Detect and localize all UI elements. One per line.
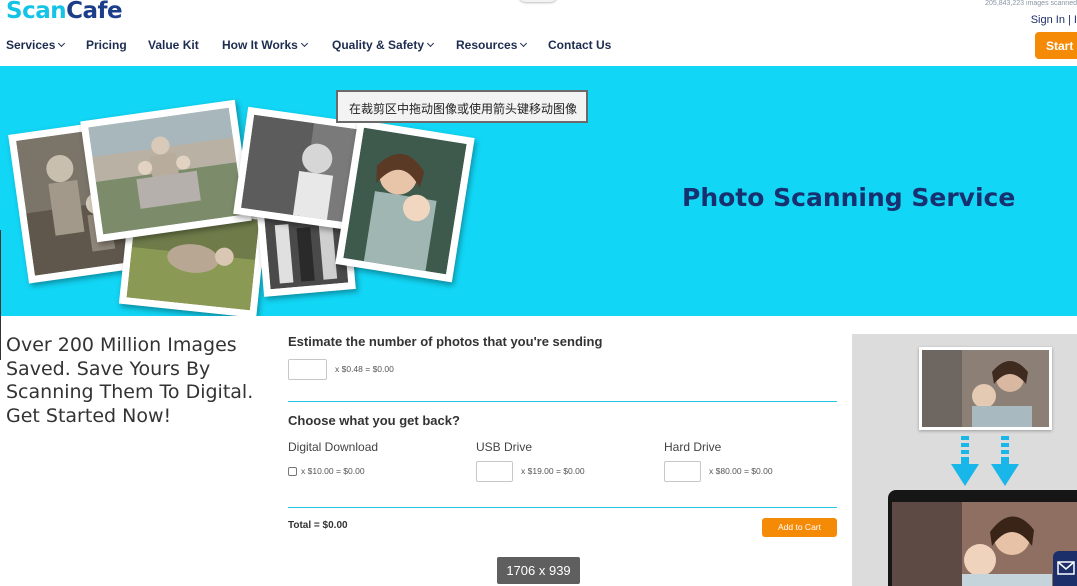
down-arrow-icon — [991, 436, 1019, 486]
crop-hint-tooltip: 在裁剪区中拖动图像或使用箭头键移动图像 — [336, 90, 588, 123]
photo-price-calc: x $0.48 = $0.00 — [335, 364, 394, 374]
sign-in-link[interactable]: Sign In | I — [1031, 14, 1077, 26]
nav-services-label: Services — [6, 38, 56, 52]
option-usb-drive-label: USB Drive — [476, 440, 533, 454]
hero-banner: 在裁剪区中拖动图像或使用箭头键移动图像 Photo Scanning Servi… — [0, 66, 1077, 316]
nav-resources[interactable]: Resources — [456, 38, 548, 52]
nav-quality-safety-label: Quality & Safety — [332, 38, 425, 52]
main-nav: Services Pricing Value Kit How It Works … — [6, 38, 628, 52]
chevron-down-icon — [58, 39, 66, 48]
page-edge-marker — [0, 230, 1, 360]
choose-title: Choose what you get back? — [288, 413, 460, 428]
collage-photo-family-stroller — [80, 99, 252, 243]
hero-title: Photo Scanning Service — [682, 183, 1016, 212]
add-to-cart-button[interactable]: Add to Cart — [762, 518, 837, 537]
divider — [288, 507, 837, 508]
image-dimensions-badge: 1706 x 939 — [497, 557, 580, 584]
photo-count-input[interactable] — [288, 359, 327, 380]
top-drag-tab — [518, 0, 558, 2]
nav-services[interactable]: Services — [6, 38, 86, 52]
usb-drive-calc: x $19.00 = $0.00 — [521, 466, 585, 476]
option-digital-download-label: Digital Download — [288, 440, 379, 454]
chevron-down-icon — [426, 39, 435, 48]
option-hard-drive-label: Hard Drive — [664, 440, 722, 454]
promo-old-photo — [919, 347, 1052, 430]
logo-cafe-text: Cafe — [66, 0, 123, 24]
nav-contact-us[interactable]: Contact Us — [548, 38, 628, 52]
nav-pricing-label: Pricing — [86, 38, 127, 52]
mail-icon[interactable] — [1053, 551, 1077, 586]
estimate-title: Estimate the number of photos that you'r… — [288, 334, 603, 349]
images-scanned-counter: 205,843,223 images scanned — [985, 0, 1077, 7]
digital-download-calc: x $10.00 = $0.00 — [301, 466, 365, 476]
start-button[interactable]: Start — [1035, 32, 1077, 59]
nav-contact-us-label: Contact Us — [548, 38, 612, 52]
divider — [288, 401, 837, 402]
nav-resources-label: Resources — [456, 38, 518, 52]
nav-how-it-works[interactable]: How It Works — [222, 38, 332, 52]
usb-drive-qty-input[interactable] — [476, 461, 513, 482]
intro-headline: Over 200 Million Images Saved. Save Your… — [6, 334, 254, 427]
scancafe-logo[interactable]: ScanCafe — [6, 0, 123, 24]
hard-drive-qty-input[interactable] — [664, 461, 701, 482]
monitor-display — [888, 490, 1077, 586]
total-value: Total = $0.00 — [288, 520, 348, 531]
chevron-down-icon — [520, 39, 528, 48]
nav-how-it-works-label: How It Works — [222, 38, 298, 52]
collage-photo-mother-baby — [335, 119, 475, 283]
logo-scan-text: Scan — [6, 0, 67, 24]
chevron-down-icon — [300, 39, 308, 48]
promo-illustration — [852, 334, 1077, 586]
hard-drive-calc: x $80.00 = $0.00 — [709, 466, 773, 476]
nav-pricing[interactable]: Pricing — [86, 38, 148, 52]
nav-value-kit[interactable]: Value Kit — [148, 38, 222, 52]
down-arrow-icon — [951, 436, 979, 486]
nav-value-kit-label: Value Kit — [148, 38, 199, 52]
digital-download-checkbox[interactable] — [288, 467, 297, 476]
nav-quality-safety[interactable]: Quality & Safety — [332, 38, 456, 52]
